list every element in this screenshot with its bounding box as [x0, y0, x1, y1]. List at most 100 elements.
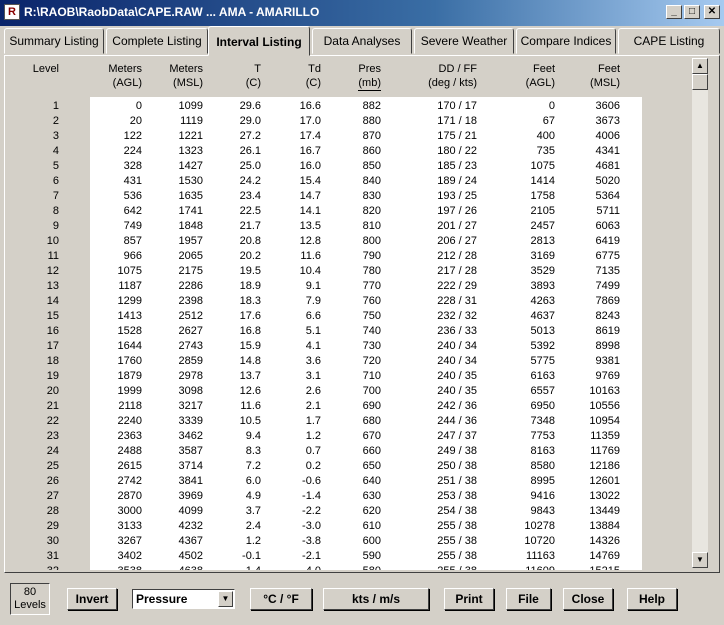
table-cell: 240 / 35 — [437, 370, 477, 382]
table-row[interactable]: 26 2742 3841 6.0 -0.6 640 251 / 38 8995 12601 — [15, 474, 699, 489]
column-header-line: Pres — [358, 63, 381, 75]
table-cell: 6063 — [595, 220, 620, 232]
column-header-line: Feet — [597, 63, 620, 75]
scroll-down-icon[interactable]: ▼ — [692, 552, 708, 568]
table-cell: 6775 — [595, 250, 620, 262]
tab-interval-listing[interactable]: Interval Listing — [208, 26, 310, 56]
table-cell: 0 — [548, 100, 555, 112]
tab-cape-listing[interactable]: CAPE Listing — [618, 28, 720, 54]
table-cell: 13 — [46, 280, 59, 292]
table-cell: 0 — [135, 100, 142, 112]
table-row[interactable]: 4 224 1323 26.1 16.7 860 180 / 22 735 4341 — [15, 144, 699, 159]
help-button[interactable]: Help — [627, 588, 677, 610]
table-row[interactable]: 10 857 1957 20.8 12.8 800 206 / 27 2813 6419 — [15, 234, 699, 249]
table-row[interactable]: 8 642 1741 22.5 14.1 820 197 / 26 2105 5711 — [15, 204, 699, 219]
table-row[interactable]: 9 749 1848 21.7 13.5 810 201 / 27 2457 6063 — [15, 219, 699, 234]
table-row[interactable]: 6 431 1530 24.2 15.4 840 189 / 24 1414 5020 — [15, 174, 699, 189]
column-header: Level — [15, 62, 59, 76]
maximize-icon[interactable]: □ — [684, 5, 700, 19]
table-row[interactable]: 7 536 1635 23.4 14.7 830 193 / 25 1758 5364 — [15, 189, 699, 204]
table-cell: 10954 — [589, 415, 620, 427]
scroll-thumb[interactable] — [692, 74, 708, 90]
table-cell: 8998 — [595, 340, 620, 352]
table-cell: 800 — [362, 235, 381, 247]
table-cell: 1075 — [530, 160, 555, 172]
tab-compare-indices[interactable]: Compare Indices — [516, 28, 616, 54]
table-cell: 11609 — [485, 564, 555, 570]
table-row[interactable]: 11 966 2065 20.2 11.6 790 212 / 28 3169 6775 — [15, 249, 699, 264]
table-cell: 7869 — [595, 295, 620, 307]
table-row[interactable]: 27 2870 3969 4.9 -1.4 630 253 / 38 9416 13022 — [15, 489, 699, 504]
table-cell: 232 / 32 — [437, 310, 477, 322]
sort-select-value: Pressure — [136, 592, 188, 606]
table-cell: 8995 — [530, 475, 555, 487]
table-cell: 1187 — [118, 280, 142, 292]
vertical-scrollbar[interactable]: ▲ ▼ — [692, 58, 708, 568]
table-row[interactable]: 28 3000 4099 3.7 -2.2 620 254 / 38 9843 13449 — [15, 504, 699, 519]
table-row[interactable]: 2 20 1119 29.0 17.0 880 171 / 18 67 3673 — [15, 114, 699, 129]
table-row[interactable]: 29 3133 4232 2.4 -3.0 610 255 / 38 10278 13884 — [15, 519, 699, 534]
temp-units-button[interactable]: °C / °F — [250, 588, 312, 610]
close-icon[interactable]: ✕ — [704, 5, 720, 19]
table-cell: 17 — [46, 340, 59, 352]
table-row[interactable]: 15 1413 2512 17.6 6.6 750 232 / 32 4637 8243 — [15, 309, 699, 324]
table-cell: 1760 — [117, 355, 142, 367]
sort-select[interactable]: Pressure ▼ — [132, 589, 235, 609]
column-header-line: (mb) — [358, 77, 381, 91]
table-cell: 610 — [362, 520, 381, 532]
tab-data-analyses[interactable]: Data Analyses — [312, 28, 412, 54]
table-cell: 170 / 17 — [437, 100, 477, 112]
table-cell: 400 — [536, 130, 555, 142]
table-cell: 21 — [46, 400, 59, 412]
table-cell: 2363 — [117, 430, 142, 442]
tab-summary-listing[interactable]: Summary Listing — [4, 28, 104, 54]
table-cell: 249 / 38 — [437, 445, 477, 457]
invert-button[interactable]: Invert — [67, 588, 117, 610]
table-row[interactable]: 23 2363 3462 9.4 1.2 670 247 / 37 7753 11359 — [15, 429, 699, 444]
table-cell: 228 / 31 — [437, 295, 477, 307]
table-row[interactable]: 3235384638-1.4-4.0580255 / 381160915215 — [15, 564, 699, 570]
table-cell: 3133 — [117, 520, 142, 532]
table-row[interactable]: 12 1075 2175 19.5 10.4 780 217 / 28 3529 7135 — [15, 264, 699, 279]
table-cell: 1528 — [117, 325, 142, 337]
table-row[interactable]: 17 1644 2743 15.9 4.1 730 240 / 34 5392 8998 — [15, 339, 699, 354]
print-button[interactable]: Print — [444, 588, 494, 610]
chevron-down-icon[interactable]: ▼ — [218, 591, 233, 607]
tab-complete-listing[interactable]: Complete Listing — [106, 28, 208, 54]
table-row[interactable]: 22 2240 3339 10.5 1.7 680 244 / 36 7348 10954 — [15, 414, 699, 429]
table-row[interactable]: 30 3267 4367 1.2 -3.8 600 255 / 38 10720 14326 — [15, 534, 699, 549]
table-cell: 7499 — [595, 280, 620, 292]
table-cell: 700 — [362, 385, 381, 397]
table-row[interactable]: 13 1187 2286 18.9 9.1 770 222 / 29 3893 7499 — [15, 279, 699, 294]
title-bar: R R:\RAOB\RaobData\CAPE.RAW ... AMA - AM… — [0, 0, 724, 26]
table-row[interactable]: 24 2488 3587 8.3 0.7 660 249 / 38 8163 11769 — [15, 444, 699, 459]
column-header: Feet (AGL) — [485, 62, 555, 90]
wind-units-button[interactable]: kts / m/s — [323, 588, 429, 610]
scroll-up-icon[interactable]: ▲ — [692, 58, 708, 74]
table-row[interactable]: 21 2118 3217 11.6 2.1 690 242 / 36 6950 10556 — [15, 399, 699, 414]
levels-count-box: 80 Levels — [10, 583, 50, 615]
table-cell: 25 — [46, 460, 59, 472]
table-cell: 22 — [46, 415, 59, 427]
table-cell: 3893 — [530, 280, 555, 292]
table-row[interactable]: 25 2615 3714 7.2 0.2 650 250 / 38 8580 12186 — [15, 459, 699, 474]
file-button[interactable]: File — [506, 588, 551, 610]
table-row[interactable]: 3 122 1221 27.2 17.4 870 175 / 21 400 4006 — [15, 129, 699, 144]
table-row[interactable]: 16 1528 2627 16.8 5.1 740 236 / 33 5013 8619 — [15, 324, 699, 339]
table-cell: 26 — [46, 475, 59, 487]
table-row[interactable]: 1 0 1099 29.6 16.6 882 170 / 17 0 3606 — [15, 99, 699, 114]
table-cell: 206 / 27 — [437, 235, 477, 247]
table-cell: 5392 — [530, 340, 555, 352]
table-row[interactable]: 14 1299 2398 18.3 7.9 760 228 / 31 4263 7869 — [15, 294, 699, 309]
table-row[interactable]: 19 1879 2978 13.7 3.1 710 240 / 35 6163 9769 — [15, 369, 699, 384]
close-button[interactable]: Close — [563, 588, 613, 610]
table-row[interactable]: 20 1999 3098 12.6 2.6 700 240 / 35 6557 10163 — [15, 384, 699, 399]
table-row[interactable]: 18 1760 2859 14.8 3.6 720 240 / 34 5775 9381 — [15, 354, 699, 369]
table-row[interactable]: 5 328 1427 25.0 16.0 850 185 / 23 1075 4681 — [15, 159, 699, 174]
table-cell: 749 — [123, 220, 142, 232]
tab-severe-weather[interactable]: Severe Weather — [414, 28, 514, 54]
table-cell: 9416 — [530, 490, 555, 502]
table-row[interactable]: 31 3402 4502 -0.1 -2.1 590 255 / 38 11163 14769 — [15, 549, 699, 564]
minimize-icon[interactable]: _ — [666, 5, 682, 19]
table-cell: 10 — [46, 235, 59, 247]
